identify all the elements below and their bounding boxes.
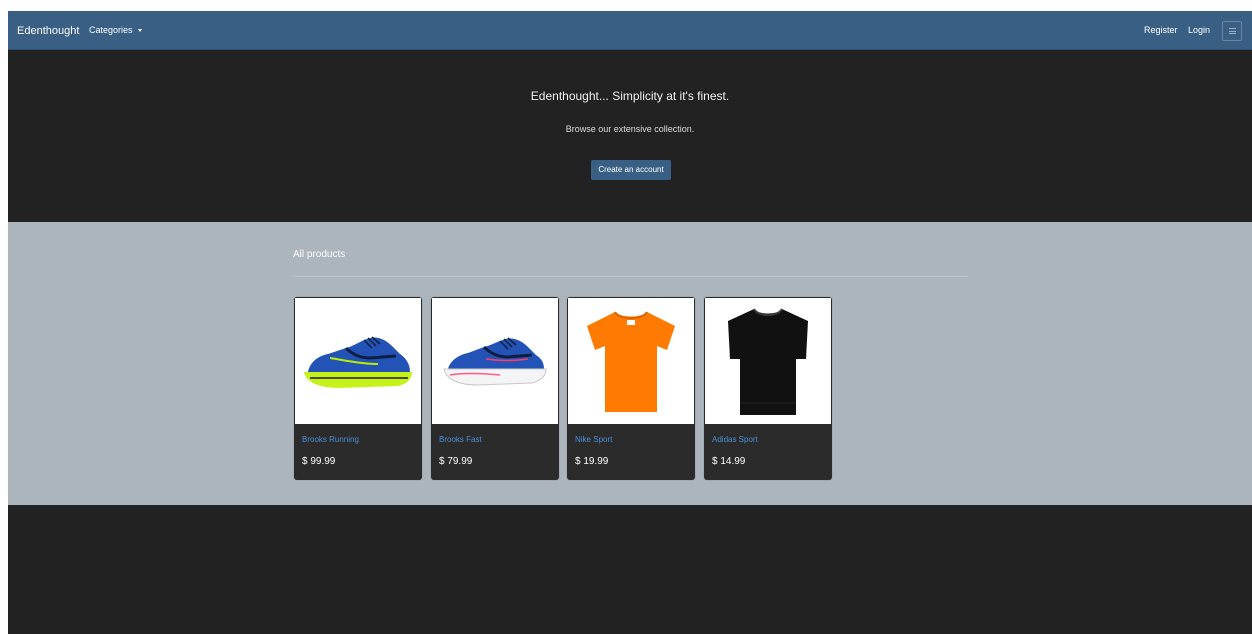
tshirt-icon xyxy=(728,308,808,415)
product-image-running-shoe[interactable] xyxy=(432,298,558,424)
categories-label: Categories xyxy=(89,25,133,35)
product-name-link[interactable]: Nike Sport xyxy=(575,435,612,445)
product-image-running-shoe[interactable] xyxy=(295,298,421,424)
product-price: $ 19.99 xyxy=(575,456,609,467)
navbar: Edenthought Categories Register Login xyxy=(8,11,1252,50)
hero-subtitle: Browse our extensive collection. xyxy=(565,124,695,134)
running-shoe-icon xyxy=(304,336,412,388)
browser-viewport: Edenthought Categories Register Login Ed… xyxy=(8,11,1252,634)
brand-link[interactable]: Edenthought xyxy=(17,25,79,38)
product-price: $ 79.99 xyxy=(439,456,473,467)
product-image-black-tshirt[interactable] xyxy=(705,298,831,424)
register-link[interactable]: Register xyxy=(1144,25,1178,36)
product-card[interactable]: Brooks Fast $ 79.99 xyxy=(431,297,559,480)
product-card[interactable]: Brooks Running $ 99.99 xyxy=(294,297,422,480)
login-link[interactable]: Login xyxy=(1188,25,1210,36)
section-divider xyxy=(293,276,968,277)
product-price: $ 14.99 xyxy=(712,456,746,467)
product-name-link[interactable]: Brooks Running xyxy=(302,435,359,445)
product-card[interactable]: Nike Sport $ 19.99 xyxy=(567,297,695,480)
product-image-orange-tshirt[interactable] xyxy=(568,298,694,424)
product-card[interactable]: Adidas Sport $ 14.99 xyxy=(704,297,832,480)
section-heading: All products xyxy=(293,249,346,260)
hero-section: Edenthought... Simplicity at it's finest… xyxy=(8,50,1252,222)
categories-dropdown[interactable]: Categories xyxy=(89,25,142,36)
caret-down-icon xyxy=(137,29,142,32)
create-account-button[interactable]: Create an account xyxy=(591,160,671,180)
navbar-toggler-button[interactable] xyxy=(1222,21,1242,41)
hero-title: Edenthought... Simplicity at it's finest… xyxy=(530,89,730,103)
product-price: $ 99.99 xyxy=(302,456,336,467)
tshirt-icon xyxy=(587,311,675,412)
footer-area xyxy=(8,505,1252,634)
hamburger-icon xyxy=(1228,28,1236,34)
products-section: All products Brooks Running $ 99.99 Broo… xyxy=(8,222,1252,505)
product-name-link[interactable]: Brooks Fast xyxy=(439,435,482,445)
product-name-link[interactable]: Adidas Sport xyxy=(712,435,758,445)
running-shoe-icon xyxy=(443,337,547,386)
